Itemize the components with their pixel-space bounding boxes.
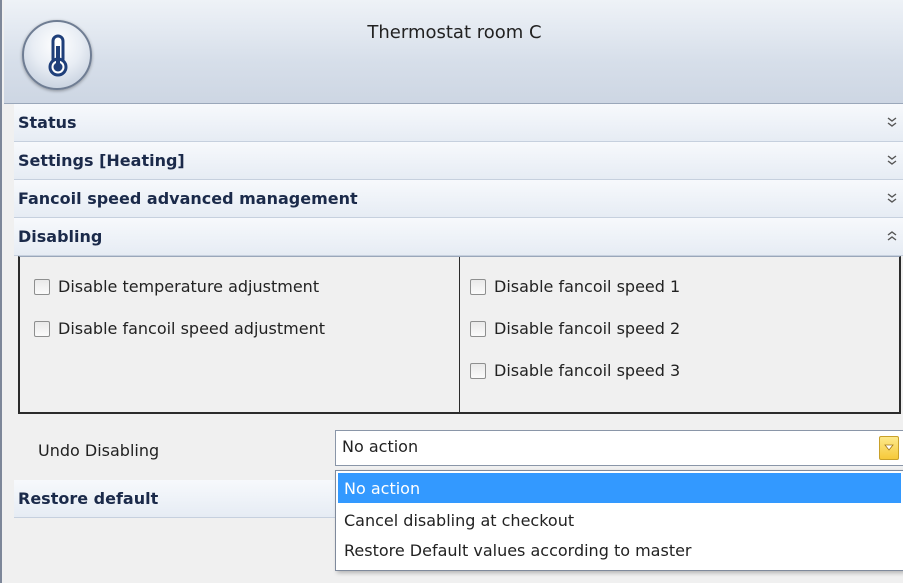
section-fancoil-header[interactable]: Fancoil speed advanced management: [14, 180, 903, 218]
checkbox[interactable]: [470, 320, 486, 337]
expand-chevron-icon[interactable]: [885, 191, 899, 205]
option-label: Disable fancoil speed adjustment: [58, 319, 325, 338]
option-label: Disable fancoil speed 3: [494, 361, 681, 380]
option-cancel-disabling[interactable]: Cancel disabling at checkout: [338, 505, 901, 535]
disabling-left-column: Disable temperature adjustment Disable f…: [20, 257, 460, 412]
section-status-header[interactable]: Status: [14, 104, 903, 142]
option-no-action[interactable]: No action: [338, 473, 901, 503]
option-disable-fancoil-adjustment[interactable]: Disable fancoil speed adjustment: [34, 319, 325, 338]
app-menu-button[interactable]: [22, 20, 92, 90]
dropdown-button[interactable]: [879, 436, 899, 460]
checkbox[interactable]: [470, 362, 486, 379]
checkbox[interactable]: [34, 278, 50, 295]
disabling-panel: Disable temperature adjustment Disable f…: [18, 256, 901, 414]
undo-options-list: No action Cancel disabling at checkout R…: [335, 470, 903, 571]
checkbox[interactable]: [470, 278, 486, 295]
collapse-chevron-icon[interactable]: [885, 229, 899, 243]
expand-chevron-icon[interactable]: [885, 115, 899, 129]
section-title: Restore default: [18, 489, 159, 508]
section-list: Status Settings [Heating] Fancoil speed …: [14, 104, 903, 414]
section-title: Status: [18, 113, 77, 132]
option-restore-default[interactable]: Restore Default values according to mast…: [338, 535, 901, 565]
expand-chevron-icon[interactable]: [885, 153, 899, 167]
thermostat-window: Thermostat room C Status Settings [Heati…: [0, 0, 903, 583]
checkbox[interactable]: [34, 320, 50, 337]
section-restore-header[interactable]: Restore default: [14, 480, 335, 518]
option-label: Disable fancoil speed 2: [494, 319, 681, 338]
title-bar: Thermostat room C: [4, 0, 903, 104]
thermometer-icon: [48, 34, 68, 77]
option-disable-speed-3[interactable]: Disable fancoil speed 3: [470, 361, 680, 380]
section-title: Disabling: [18, 227, 103, 246]
undo-disabling-label: Undo Disabling: [38, 441, 160, 460]
option-label: Disable temperature adjustment: [58, 277, 320, 296]
option-disable-temperature[interactable]: Disable temperature adjustment: [34, 277, 319, 296]
window-title: Thermostat room C: [367, 22, 542, 43]
section-title: Fancoil speed advanced management: [18, 189, 358, 208]
option-disable-speed-1[interactable]: Disable fancoil speed 1: [470, 277, 680, 296]
disabling-right-column: Disable fancoil speed 1 Disable fancoil …: [460, 257, 899, 412]
section-disabling-header[interactable]: Disabling: [14, 218, 903, 256]
option-label: Disable fancoil speed 1: [494, 277, 681, 296]
undo-disabling-select[interactable]: No action: [335, 430, 903, 466]
chevron-down-icon: [884, 444, 894, 451]
option-disable-speed-2[interactable]: Disable fancoil speed 2: [470, 319, 680, 338]
section-settings-header[interactable]: Settings [Heating]: [14, 142, 903, 180]
select-value: No action: [342, 437, 419, 456]
section-title: Settings [Heating]: [18, 151, 185, 170]
